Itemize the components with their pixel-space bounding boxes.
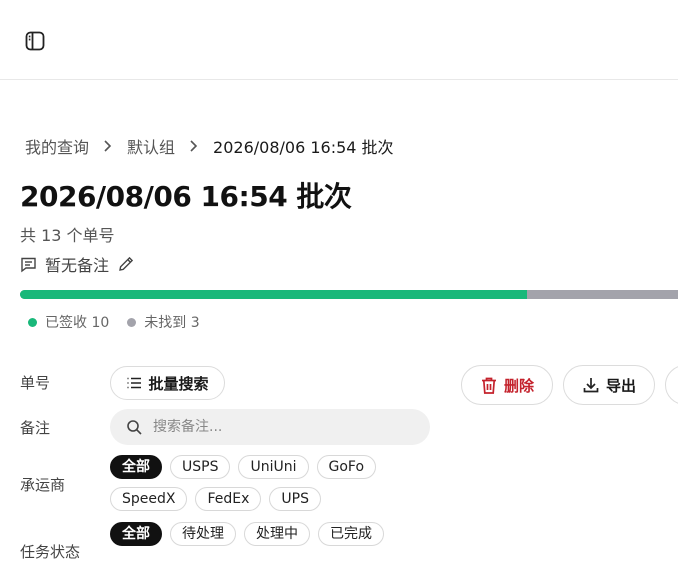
- status-chips-row: 全部 待处理 处理中 已完成: [110, 522, 392, 546]
- note-filter-label: 备注: [20, 419, 51, 437]
- note-icon: [20, 256, 37, 273]
- page-title: 2026/08/06 16:54 批次: [20, 180, 352, 213]
- top-bar: [0, 0, 678, 80]
- note-search-input[interactable]: [151, 418, 405, 436]
- note-search-box: [110, 409, 430, 445]
- carrier-chip-gofo[interactable]: GoFo: [316, 455, 377, 479]
- note-row: 暂无备注: [20, 252, 135, 276]
- export-button[interactable]: 导出: [563, 365, 655, 405]
- delete-button[interactable]: 删除: [461, 365, 553, 405]
- carrier-chip-all[interactable]: 全部: [110, 455, 162, 479]
- breadcrumb-default-group[interactable]: 默认组: [127, 134, 175, 158]
- carrier-filter-label: 承运商: [20, 476, 66, 494]
- pencil-icon[interactable]: [117, 255, 135, 273]
- sidebar-toggle-icon[interactable]: [24, 30, 46, 52]
- trash-icon: [480, 376, 498, 395]
- chevron-right-icon: [103, 139, 113, 153]
- breadcrumb-current: 2026/08/06 16:54 批次: [213, 138, 394, 157]
- note-text: 暂无备注: [45, 256, 110, 275]
- status-chip-completed[interactable]: 已完成: [318, 522, 384, 546]
- status-chip-processing[interactable]: 处理中: [244, 522, 310, 546]
- chevron-right-icon: [189, 139, 199, 153]
- export-label: 导出: [605, 376, 636, 395]
- carrier-chip-usps[interactable]: USPS: [170, 455, 231, 479]
- tracking-count: 共 13 个单号: [20, 226, 115, 245]
- task-status-label: 任务状态: [20, 543, 81, 561]
- progress-legend: 已签收 10 未找到 3: [28, 312, 218, 332]
- legend-not-found: 未找到 3: [127, 312, 200, 332]
- carrier-chip-uniuni[interactable]: UniUni: [238, 455, 309, 479]
- delete-label: 删除: [503, 376, 534, 395]
- list-icon: [126, 376, 142, 390]
- delivery-progress-bar: [20, 290, 678, 299]
- breadcrumb: 我的查询 默认组 2026/08/06 16:54 批次: [25, 134, 394, 158]
- legend-delivered-label: 已签收 10: [45, 315, 110, 331]
- batch-search-label: 批量搜索: [148, 374, 209, 393]
- download-icon: [582, 376, 600, 394]
- status-chip-pending[interactable]: 待处理: [170, 522, 236, 546]
- delivered-dot: [28, 317, 37, 327]
- delivered-progress-fill: [20, 290, 527, 299]
- not-found-dot: [127, 317, 137, 327]
- carrier-chip-fedex[interactable]: FedEx: [195, 487, 262, 511]
- search-icon: [126, 419, 143, 436]
- tracking-number-label: 单号: [20, 374, 51, 392]
- breadcrumb-my-queries[interactable]: 我的查询: [25, 134, 89, 158]
- legend-delivered: 已签收 10: [28, 312, 109, 332]
- legend-not-found-label: 未找到 3: [144, 315, 200, 331]
- status-chip-all[interactable]: 全部: [110, 522, 162, 546]
- carrier-chips-row-1: 全部 USPS UniUni GoFo: [110, 455, 384, 479]
- carrier-chip-ups[interactable]: UPS: [269, 487, 321, 511]
- batch-search-button[interactable]: 批量搜索: [110, 366, 225, 400]
- more-actions-button[interactable]: [665, 365, 678, 405]
- carrier-chips-row-2: SpeedX FedEx UPS: [110, 487, 329, 511]
- carrier-chip-speedx[interactable]: SpeedX: [110, 487, 188, 511]
